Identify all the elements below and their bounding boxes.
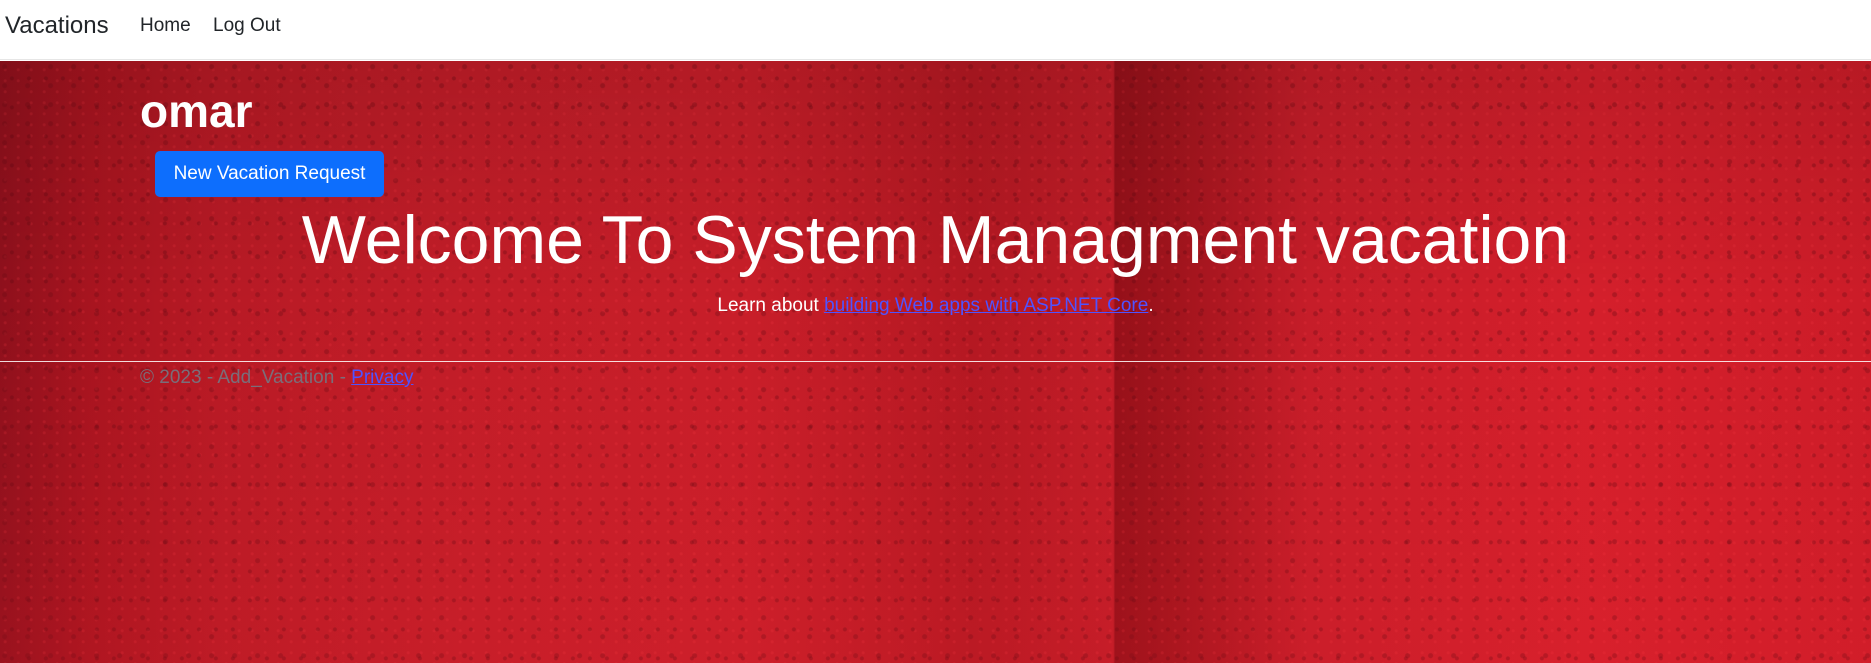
learn-about-text: Learn about building Web apps with ASP.N… xyxy=(0,295,1871,317)
username-heading: omar xyxy=(140,85,253,137)
brand-link[interactable]: Vacations xyxy=(5,12,109,40)
copyright-text: © 2023 - Add_Vacation - xyxy=(140,367,352,388)
footer-divider xyxy=(0,361,1871,362)
learn-suffix: . xyxy=(1148,295,1154,316)
learn-prefix: Learn about xyxy=(717,295,825,316)
new-vacation-request-button[interactable]: New Vacation Request xyxy=(155,151,384,197)
top-navbar: Vacations Home Log Out xyxy=(0,0,1871,60)
nav-logout-link[interactable]: Log Out xyxy=(213,15,281,37)
welcome-title: Welcome To System Managment vacation xyxy=(301,202,1570,278)
nav-home-link[interactable]: Home xyxy=(140,15,191,37)
aspnet-docs-link[interactable]: building Web apps with ASP.NET Core xyxy=(824,295,1148,316)
footer: © 2023 - Add_Vacation - Privacy xyxy=(140,367,413,389)
privacy-link[interactable]: Privacy xyxy=(351,367,413,388)
main-content: omar New Vacation Request Welcome To Sys… xyxy=(0,61,1871,663)
